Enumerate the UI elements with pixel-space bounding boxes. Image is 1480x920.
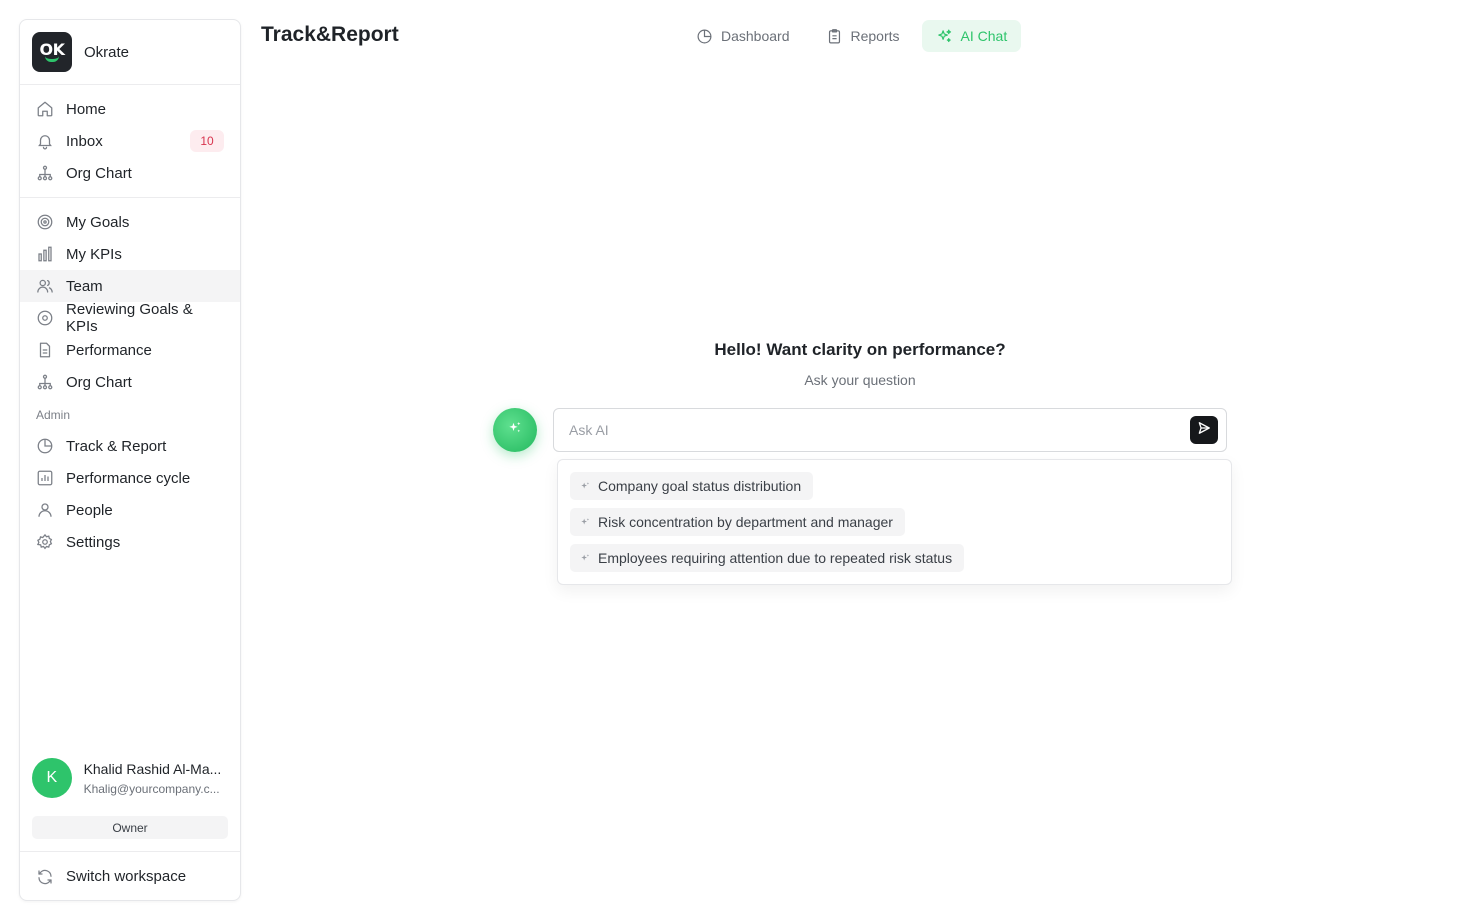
pie-chart-icon bbox=[36, 437, 54, 455]
eye-icon bbox=[36, 309, 54, 327]
workspace-header[interactable]: OK Okrate bbox=[20, 20, 240, 85]
sidebar-item-performance[interactable]: Performance bbox=[20, 334, 240, 366]
sidebar-item-label: Track & Report bbox=[66, 437, 167, 455]
role-badge: Owner bbox=[32, 816, 228, 839]
sidebar-item-label: Reviewing Goals & KPIs bbox=[66, 301, 193, 335]
workspace-name: Okrate bbox=[84, 43, 130, 61]
ai-orb bbox=[493, 408, 537, 452]
tab-label: AI Chat bbox=[960, 28, 1008, 44]
user-card[interactable]: K Khalid Rashid Al-Ma... Khalig@yourcomp… bbox=[20, 758, 240, 839]
admin-section-label: Admin bbox=[36, 408, 71, 422]
tab-label: Reports bbox=[850, 28, 900, 44]
sidebar-item-label: Org Chart bbox=[66, 373, 132, 391]
chat-greeting: Hello! Want clarity on performance? bbox=[714, 340, 1006, 359]
avatar: K bbox=[32, 758, 72, 798]
home-icon bbox=[36, 100, 54, 118]
sidebar-item-my-goals[interactable]: My Goals bbox=[20, 206, 240, 238]
sidebar-item-team[interactable]: Team bbox=[20, 270, 240, 302]
nav-personal: My Goals My KPIs Team Reviewing Goals & … bbox=[20, 198, 240, 566]
bell-icon bbox=[36, 132, 54, 150]
tab-label: Dashboard bbox=[721, 28, 790, 44]
org-chart-icon bbox=[36, 373, 54, 391]
sidebar: OK Okrate Home Inbox 10 Org Chart My Goa… bbox=[19, 19, 241, 901]
sidebar-item-label: My Goals bbox=[66, 213, 130, 231]
org-chart-icon bbox=[36, 164, 54, 182]
sidebar-item-reviewing[interactable]: Reviewing Goals & KPIs bbox=[20, 301, 240, 335]
ask-ai-box bbox=[553, 408, 1227, 452]
user-name: Khalid Rashid Al-Ma... bbox=[83, 760, 222, 777]
bar-chart-icon bbox=[36, 245, 54, 263]
switch-workspace-label: Switch workspace bbox=[66, 868, 187, 885]
sidebar-item-label: Performance cycle bbox=[66, 469, 191, 487]
workspace-logo: OK bbox=[32, 32, 72, 72]
sidebar-item-label: Team bbox=[66, 277, 103, 295]
target-icon bbox=[36, 213, 54, 231]
clipboard-icon bbox=[826, 28, 843, 45]
refresh-icon bbox=[36, 868, 54, 886]
user-icon bbox=[36, 501, 54, 519]
sidebar-item-org-chart-2[interactable]: Org Chart bbox=[20, 366, 240, 398]
sidebar-item-label: Settings bbox=[66, 533, 121, 551]
user-email: Khalig@yourcompany.c... bbox=[83, 781, 220, 796]
sidebar-item-performance-cycle[interactable]: Performance cycle bbox=[20, 462, 240, 494]
sidebar-item-label: Org Chart bbox=[66, 164, 132, 182]
sparkles-icon bbox=[936, 28, 953, 45]
switch-workspace-button[interactable]: Switch workspace bbox=[20, 851, 240, 901]
chat-subtitle: Ask your question bbox=[804, 372, 916, 388]
sidebar-item-people[interactable]: People bbox=[20, 494, 240, 526]
tab-ai-chat[interactable]: AI Chat bbox=[921, 20, 1022, 52]
sidebar-item-org-chart[interactable]: Org Chart bbox=[20, 157, 240, 189]
sparkles-icon bbox=[580, 517, 590, 527]
suggestion-chip[interactable]: Risk concentration by department and man… bbox=[570, 508, 905, 536]
sidebar-item-label: Inbox bbox=[66, 132, 103, 150]
sidebar-item-track-report[interactable]: Track & Report bbox=[20, 430, 240, 462]
document-icon bbox=[36, 341, 54, 359]
page-title: Track&Report bbox=[261, 23, 399, 46]
suggestion-chip[interactable]: Company goal status distribution bbox=[570, 472, 814, 500]
send-icon bbox=[1197, 421, 1211, 440]
suggestion-chip[interactable]: Employees requiring attention due to rep… bbox=[570, 544, 965, 572]
sidebar-item-label: My KPIs bbox=[66, 245, 122, 263]
tab-reports[interactable]: Reports bbox=[812, 20, 914, 52]
inbox-count-badge: 10 bbox=[190, 130, 224, 152]
sparkles-icon bbox=[506, 419, 524, 442]
sidebar-item-my-kpis[interactable]: My KPIs bbox=[20, 238, 240, 270]
gear-icon bbox=[36, 533, 54, 551]
users-icon bbox=[36, 277, 54, 295]
sidebar-item-inbox[interactable]: Inbox 10 bbox=[20, 125, 240, 157]
sidebar-item-home[interactable]: Home bbox=[20, 93, 240, 125]
sparkles-icon bbox=[580, 553, 590, 563]
sidebar-item-label: Performance bbox=[66, 341, 152, 359]
nav-main: Home Inbox 10 Org Chart bbox=[20, 85, 240, 198]
pie-chart-icon bbox=[696, 28, 713, 45]
sparkles-icon bbox=[580, 481, 590, 491]
sidebar-item-label: Home bbox=[66, 100, 107, 118]
sidebar-item-settings[interactable]: Settings bbox=[20, 526, 240, 558]
sidebar-item-label: People bbox=[66, 501, 113, 519]
send-button[interactable] bbox=[1190, 416, 1218, 444]
view-tabs: Dashboard Reports AI Chat bbox=[682, 20, 1022, 52]
suggestions-panel: Company goal status distribution Risk co… bbox=[557, 459, 1232, 585]
chart-square-icon bbox=[36, 469, 54, 487]
tab-dashboard[interactable]: Dashboard bbox=[682, 20, 804, 52]
ask-ai-input[interactable] bbox=[569, 422, 1190, 438]
